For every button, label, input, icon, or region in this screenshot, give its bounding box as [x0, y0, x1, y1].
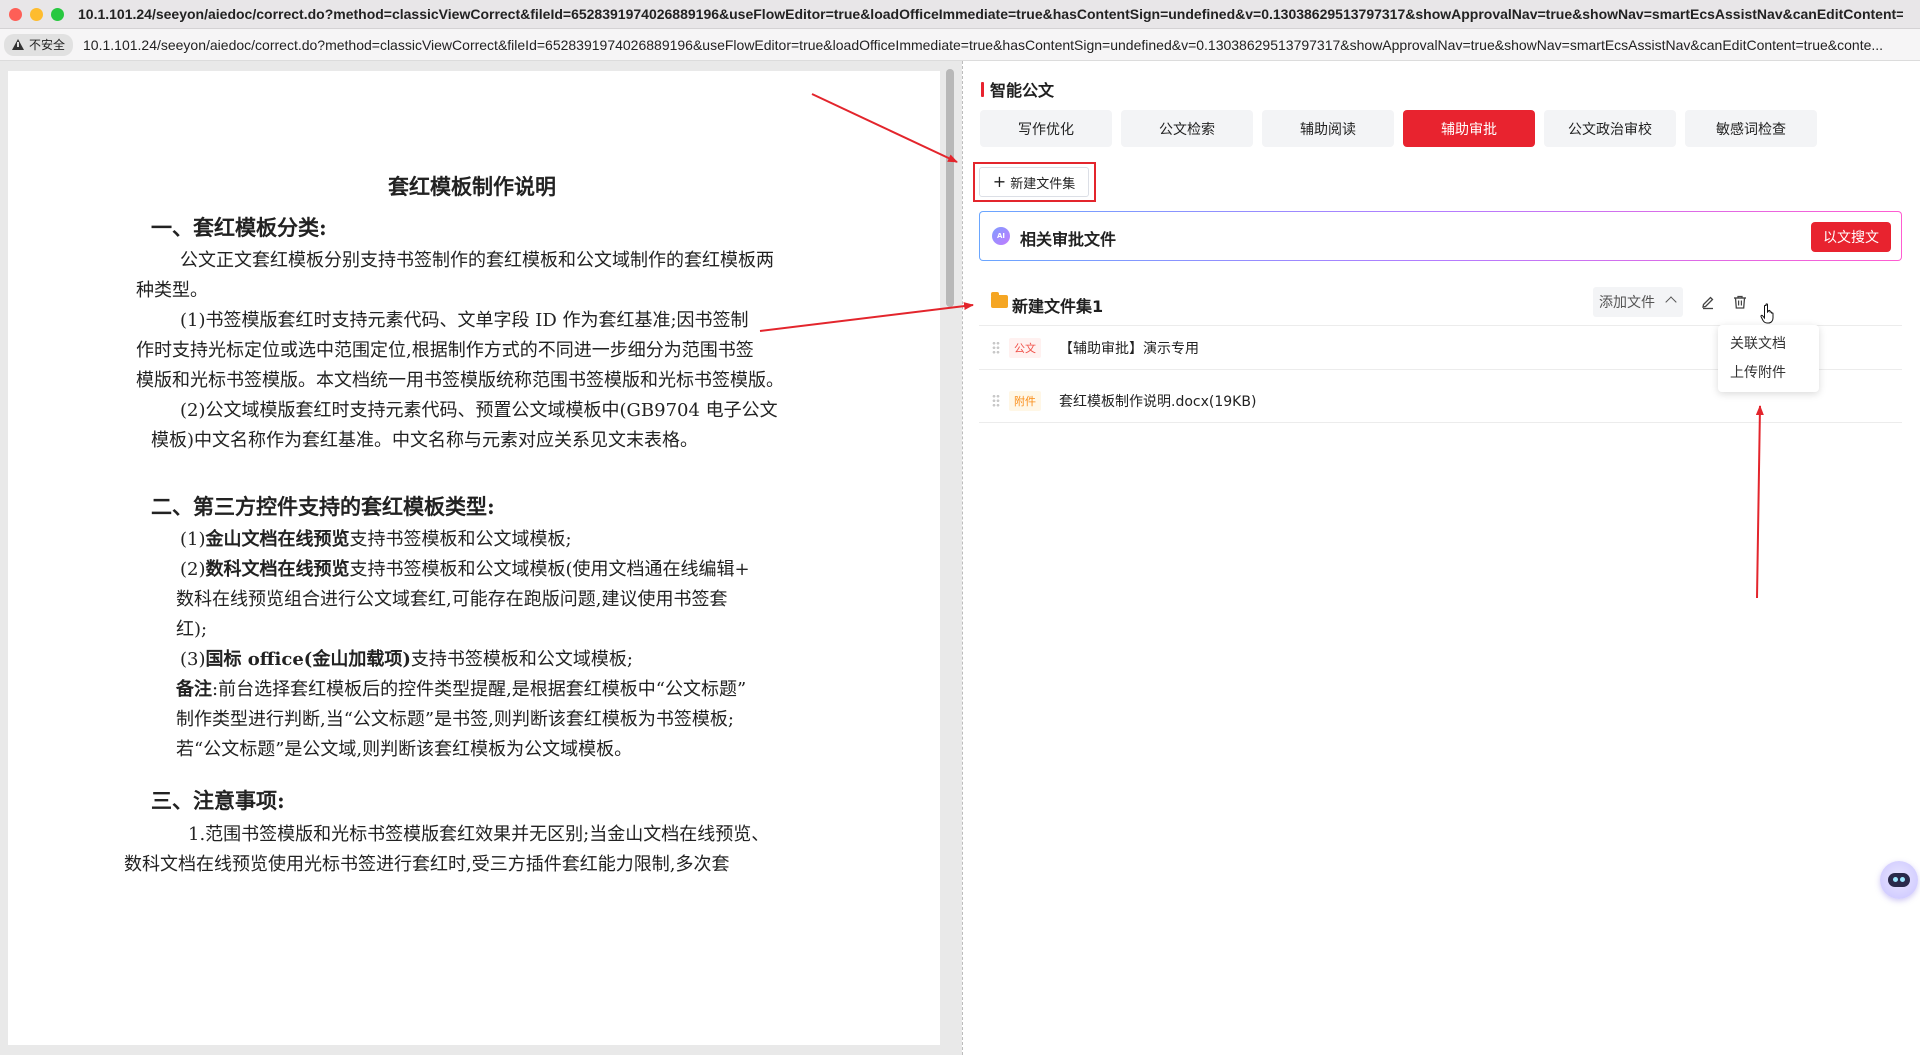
file-name[interactable]: 套红模板制作说明.docx(19KB): [1059, 391, 1256, 411]
paragraph-line: 1.范围书签模版和光标书签模版套红效果并无区别;当金山文档在线预览、: [188, 824, 770, 845]
tab-document-search[interactable]: 公文检索: [1121, 110, 1253, 147]
address-bar: 不安全 10.1.101.24/seeyon/aiedoc/correct.do…: [0, 29, 1920, 61]
section-heading: 一、套红模板分类:: [151, 215, 327, 240]
paragraph-line: 数科在线预览组合进行公文域套红,可能存在跑版问题,建议使用书签套: [176, 589, 728, 610]
smart-document-panel: 智能公文 写作优化 公文检索 辅助阅读 辅助审批 公文政治审校 敏感词检查 + …: [963, 61, 1920, 1055]
plus-icon: +: [992, 172, 1007, 191]
menu-item-link-document[interactable]: 关联文档: [1730, 333, 1786, 353]
section-heading: 三、注意事项:: [151, 788, 285, 813]
delete-icon[interactable]: [1732, 294, 1748, 310]
window-title: 10.1.101.24/seeyon/aiedoc/correct.do?met…: [78, 6, 1903, 22]
document-type-tag: 公文: [1009, 338, 1041, 358]
hand-cursor-icon: [1760, 303, 1774, 324]
paragraph-line: (2)公文域模版套红时支持元素代码、预置公文域模板中(GB9704 电子公文: [180, 400, 778, 421]
new-file-set-button[interactable]: + 新建文件集: [979, 167, 1089, 197]
attachment-type-tag: 附件: [1009, 391, 1041, 411]
drag-handle-icon[interactable]: [992, 341, 1000, 354]
tab-sensitive-word-check[interactable]: 敏感词检查: [1685, 110, 1817, 147]
document-title: 套红模板制作说明: [388, 174, 556, 199]
paragraph-line: 种类型。: [136, 280, 208, 301]
paragraph-line: (1)金山文档在线预览支持书签模板和公文域模板;: [180, 529, 572, 550]
security-indicator[interactable]: 不安全: [4, 33, 74, 56]
tab-assisted-approval[interactable]: 辅助审批: [1403, 110, 1535, 147]
new-file-set-label: 新建文件集: [1010, 176, 1076, 192]
chevron-up-icon: [1665, 296, 1677, 308]
file-name[interactable]: 【辅助审批】演示专用: [1059, 338, 1199, 358]
paragraph-line: (2)数科文档在线预览支持书签模板和公文域模板(使用文档通在线编辑+: [180, 559, 750, 580]
tab-assisted-reading[interactable]: 辅助阅读: [1262, 110, 1394, 147]
title-accent-bar: [981, 81, 984, 97]
paragraph-line: 备注:前台选择套红模板后的控件类型提醒,是根据套红模板中“公文标题”: [176, 679, 747, 700]
paragraph-line: 红);: [176, 619, 208, 640]
window-titlebar: 10.1.101.24/seeyon/aiedoc/correct.do?met…: [0, 0, 1920, 29]
paragraph-line: (3)国标 office(金山加载项)支持书签模板和公文域模板;: [180, 649, 633, 670]
add-file-dropdown: 关联文档 上传附件: [1718, 325, 1819, 392]
minimize-window-button[interactable]: [30, 7, 43, 21]
paragraph-line: (1)书签模版套红时支持元素代码、文单字段 ID 作为套红基准;因书签制: [180, 310, 749, 331]
feature-tabs: 写作优化 公文检索 辅助阅读 辅助审批 公文政治审校 敏感词检查: [980, 110, 1826, 147]
tab-writing-optimization[interactable]: 写作优化: [980, 110, 1112, 147]
url-field[interactable]: 10.1.101.24/seeyon/aiedoc/correct.do?met…: [83, 37, 1903, 53]
panel-title: 智能公文: [981, 77, 1054, 101]
search-by-text-button[interactable]: 以文搜文: [1811, 222, 1891, 252]
menu-item-upload-attachment[interactable]: 上传附件: [1730, 362, 1786, 382]
paragraph-line: 模板)中文名称作为套红基准。中文名称与元素对应关系见文末表格。: [151, 430, 699, 451]
tab-political-review[interactable]: 公文政治审校: [1544, 110, 1676, 147]
related-files-label: 相关审批文件: [1020, 230, 1117, 249]
related-approval-files-bar: AI 相关审批文件 以文搜文: [979, 211, 1902, 261]
warning-icon: [12, 39, 24, 50]
paragraph-line: 数科文档在线预览使用光标书签进行套红时,受三方插件套红能力限制,多次套: [124, 854, 730, 875]
ai-icon: AI: [992, 227, 1010, 245]
section-heading: 二、第三方控件支持的套红模板类型:: [151, 494, 495, 519]
add-file-label: 添加文件: [1599, 295, 1655, 311]
close-window-button[interactable]: [9, 7, 22, 21]
security-label: 不安全: [29, 38, 66, 52]
paragraph-line: 作时支持光标定位或选中范围定位,根据制作方式的不同进一步细分为范围书签: [136, 340, 754, 361]
panel-title-text: 智能公文: [990, 81, 1055, 100]
document-viewer: 套红模板制作说明 一、套红模板分类: 公文正文套红模板分别支持书签制作的套红模板…: [0, 61, 962, 1055]
ai-assistant-icon[interactable]: [1880, 861, 1918, 899]
edit-icon[interactable]: [1700, 294, 1716, 310]
drag-handle-icon[interactable]: [992, 394, 1000, 407]
paragraph-line: 模版和光标书签模版。本文档统一用书签模版统称范围书签模版和光标书签模版。: [136, 370, 784, 391]
add-file-button[interactable]: 添加文件: [1593, 287, 1683, 317]
document-scrollbar[interactable]: [946, 69, 954, 307]
document-page: 套红模板制作说明 一、套红模板分类: 公文正文套红模板分别支持书签制作的套红模板…: [8, 71, 940, 1045]
paragraph-line: 公文正文套红模板分别支持书签制作的套红模板和公文域制作的套红模板两: [180, 250, 774, 271]
paragraph-line: 制作类型进行判断,当“公文标题”是书签,则判断该套红模板为书签模板;: [176, 709, 734, 730]
paragraph-line: 若“公文标题”是公文域,则判断该套红模板为公文域模板。: [176, 739, 633, 760]
file-set-name: 新建文件集1: [1012, 297, 1104, 316]
zoom-window-button[interactable]: [51, 7, 64, 21]
folder-icon: [991, 292, 1008, 308]
